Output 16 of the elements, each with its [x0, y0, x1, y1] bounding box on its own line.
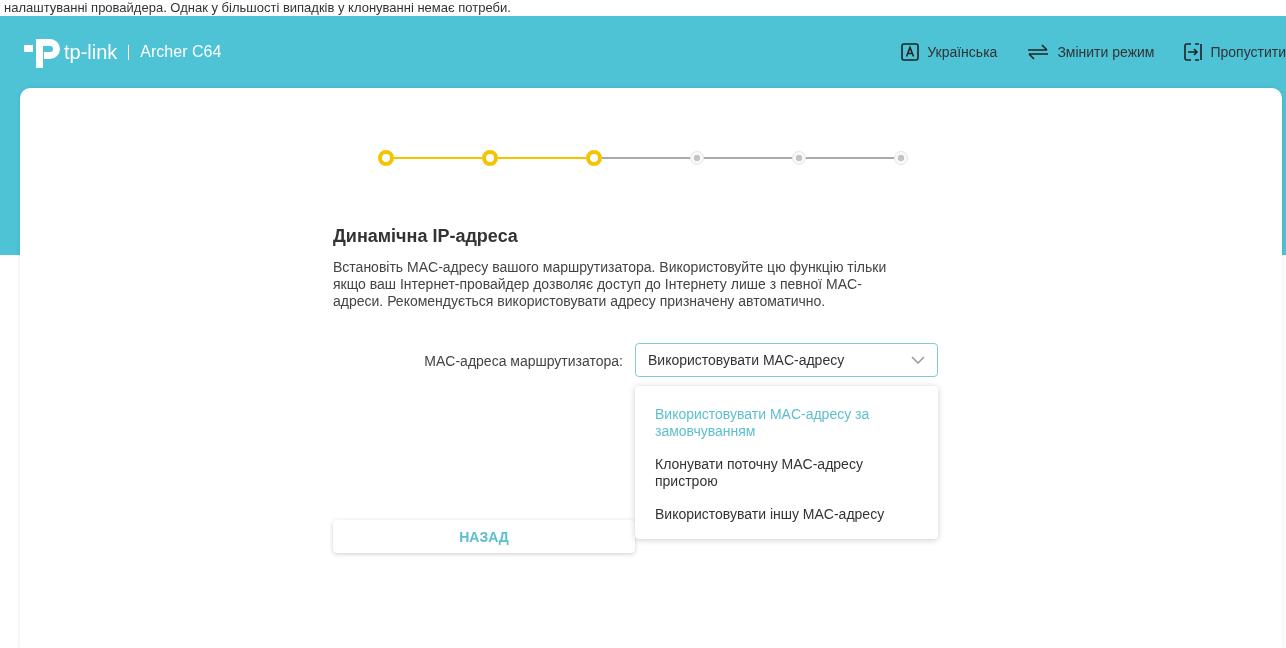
switch-arrows-icon — [1027, 44, 1050, 60]
mac-select[interactable]: Використовувати MAC-адресу — [635, 343, 938, 377]
header-action[interactable]: Українська — [901, 43, 998, 61]
field-label: MAC-адреса маршрутизатора: — [423, 352, 624, 369]
section-title: Динамічна IP-адреса — [333, 226, 519, 247]
language-icon — [901, 43, 920, 61]
model-name: Archer C64 — [140, 43, 222, 61]
dropdown-option[interactable]: Клонувати поточну MAC-адресу пристрою — [635, 450, 938, 500]
caption-text: налаштуванні провайдера. Однак у більшості випадків у клонуванні немає потреби. — [3, 0, 512, 16]
exit-icon — [1184, 43, 1203, 61]
chevron-down-icon — [911, 356, 925, 364]
description-text: Встановіть MAC-адресу вашого маршрутизатора. Використовуйте цю функцію тільки якщо ваш Інтернет-провайдер дозволяє доступ до Інтернету лише з певної MAC-адреси. Рекомендується використовувати адресу призначену автоматично. — [333, 259, 888, 310]
brand-name: tp-link — [64, 40, 118, 64]
dropdown-option[interactable]: Використовувати іншу MAC-адресу — [635, 500, 938, 533]
header-action[interactable]: Пропустити — [1184, 43, 1286, 61]
header-action[interactable]: Змінити режим — [1027, 44, 1155, 60]
